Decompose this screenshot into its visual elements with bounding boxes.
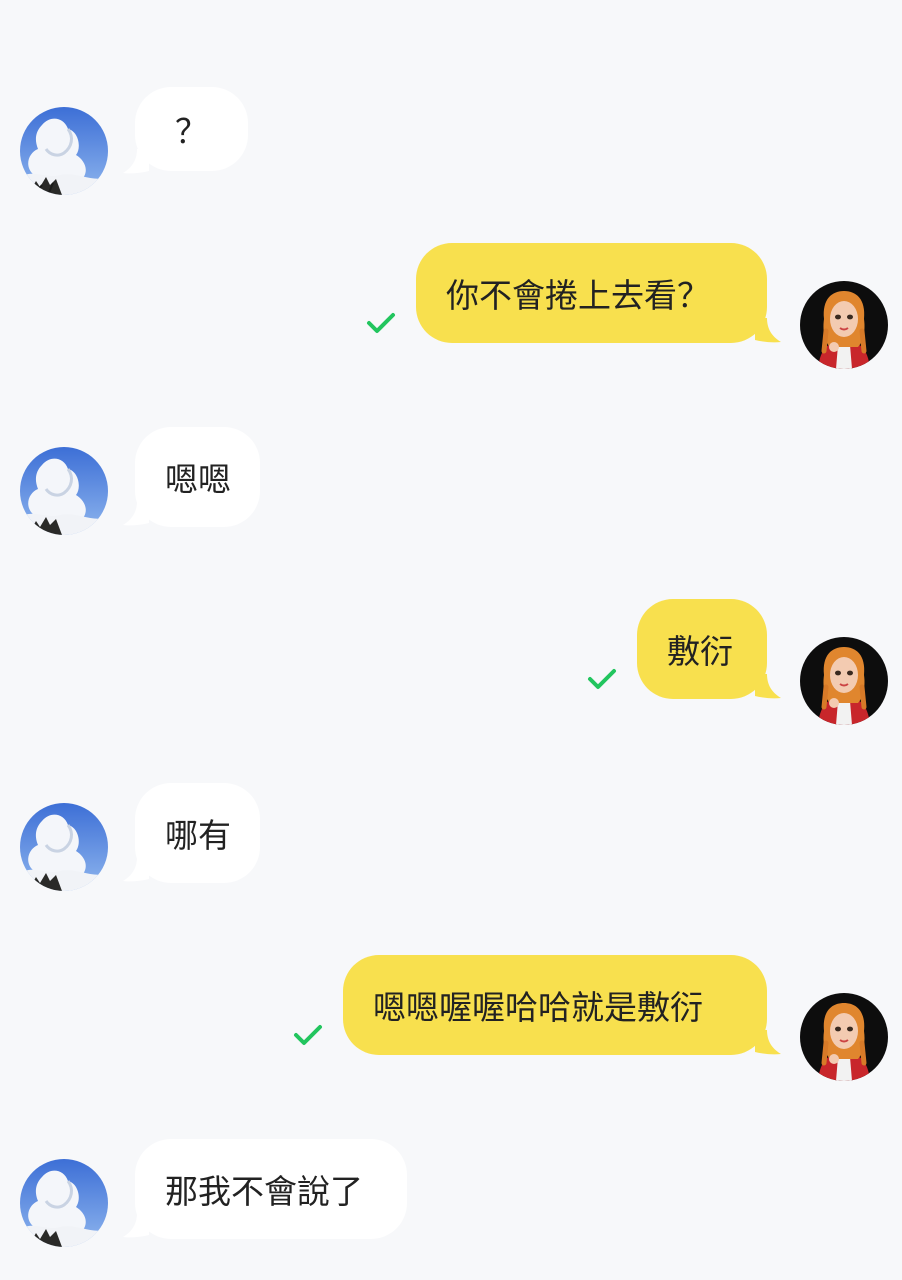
read-check-icon	[366, 311, 396, 335]
message-text: 哪有	[165, 816, 231, 855]
message-incoming: ？	[0, 87, 902, 195]
contact-avatar[interactable]	[20, 447, 108, 535]
message-text: 敷衍	[667, 632, 733, 671]
message-text: 嗯嗯喔喔哈哈就是敷衍	[373, 988, 703, 1027]
user-avatar[interactable]	[800, 637, 888, 725]
read-check-icon	[587, 667, 617, 691]
bubble-tail	[755, 674, 781, 700]
message-bubble[interactable]: ？	[135, 87, 248, 171]
message-text: 那我不會說了	[165, 1172, 363, 1211]
sky-cloud-avatar-image	[20, 447, 108, 535]
girl-avatar-image	[800, 993, 888, 1081]
sky-cloud-avatar-image	[20, 803, 108, 891]
message-text: ？	[175, 112, 208, 151]
message-outgoing: 敷衍	[0, 599, 902, 725]
bubble-tail	[755, 318, 781, 344]
message-incoming: 那我不會說了	[0, 1139, 902, 1247]
read-check-icon	[293, 1023, 323, 1047]
bubble-tail	[755, 1030, 781, 1056]
chat-thread[interactable]: ？ 你不會捲上去看？ 嗯嗯 敷衍 哪有 嗯嗯喔喔哈哈就是敷衍 那我不會說了	[0, 0, 902, 1280]
message-incoming: 嗯嗯	[0, 427, 902, 535]
message-bubble[interactable]: 嗯嗯	[135, 427, 260, 527]
contact-avatar[interactable]	[20, 1159, 108, 1247]
contact-avatar[interactable]	[20, 107, 108, 195]
contact-avatar[interactable]	[20, 803, 108, 891]
message-bubble[interactable]: 嗯嗯喔喔哈哈就是敷衍	[343, 955, 767, 1055]
message-outgoing: 嗯嗯喔喔哈哈就是敷衍	[0, 955, 902, 1081]
message-incoming: 哪有	[0, 783, 902, 891]
message-text: 嗯嗯	[165, 460, 231, 499]
message-text: 你不會捲上去看？	[446, 276, 710, 315]
message-bubble[interactable]: 哪有	[135, 783, 260, 883]
user-avatar[interactable]	[800, 993, 888, 1081]
message-bubble[interactable]: 你不會捲上去看？	[416, 243, 767, 343]
user-avatar[interactable]	[800, 281, 888, 369]
girl-avatar-image	[800, 281, 888, 369]
message-outgoing: 你不會捲上去看？	[0, 243, 902, 369]
sky-cloud-avatar-image	[20, 1159, 108, 1247]
message-bubble[interactable]: 那我不會說了	[135, 1139, 407, 1239]
sky-cloud-avatar-image	[20, 107, 108, 195]
message-bubble[interactable]: 敷衍	[637, 599, 767, 699]
girl-avatar-image	[800, 637, 888, 725]
